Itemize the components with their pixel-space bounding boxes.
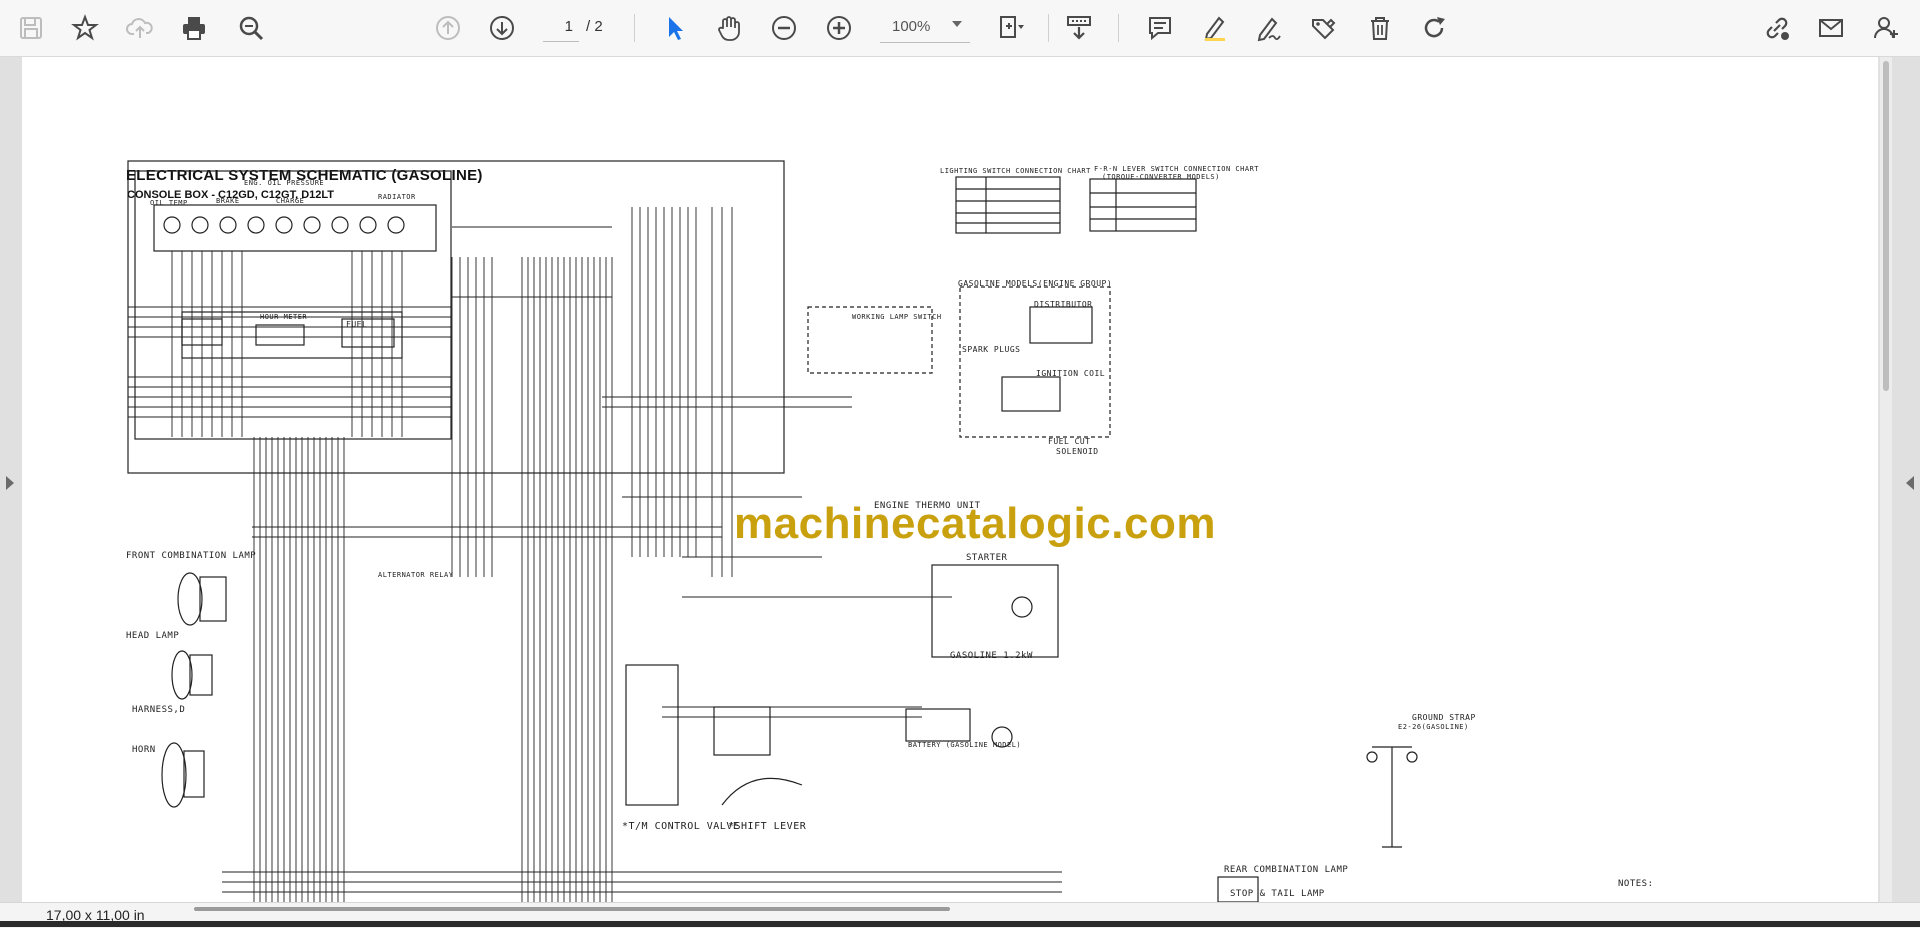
shift-lever-label: *SHIFT LEVER [728, 821, 807, 832]
horn-label: HORN [132, 745, 156, 755]
hour-meter-label: HOUR METER [260, 313, 308, 321]
taskbar-edge [0, 921, 1920, 927]
pdf-page: ELECTRICAL SYSTEM SCHEMATIC (GASOLINE) C… [22, 57, 1878, 902]
cloud-upload-icon[interactable] [120, 8, 160, 48]
tm-control-valve-label: *T/M CONTROL VALVE [622, 821, 740, 832]
page-total: / 2 [586, 18, 603, 35]
chevron-down-icon [952, 21, 962, 27]
share-link-icon[interactable] [1757, 8, 1797, 48]
page-down-icon[interactable] [482, 8, 522, 48]
zoom-select[interactable]: 100% [880, 12, 970, 43]
zoom-in-icon[interactable] [819, 8, 859, 48]
stamp-icon[interactable] [1303, 8, 1343, 48]
stop-tail-lamp-label: STOP & TAIL LAMP [1230, 889, 1325, 899]
vertical-scrollbar[interactable] [1880, 57, 1892, 902]
solenoid-label: SOLENOID [1056, 447, 1099, 456]
radiator-label: RADIATOR [378, 193, 416, 201]
spark-plugs-label: SPARK PLUGS [962, 345, 1021, 354]
previous-page-arrow-icon[interactable] [6, 476, 14, 490]
toolbar-divider [634, 14, 635, 42]
comment-icon[interactable] [1140, 8, 1180, 48]
ground-strap-label: GROUND STRAP [1412, 713, 1476, 722]
ignition-coil-label: IGNITION COIL [1036, 369, 1106, 378]
page-number-input[interactable] [543, 12, 579, 42]
distributor-label: DISTRIBUTOR [1034, 300, 1093, 309]
brake-label: BRAKE [216, 197, 240, 205]
toolbar-divider [1118, 14, 1119, 42]
charge-label: CHARGE [276, 197, 305, 205]
head-lamp-label: HEAD LAMP [126, 631, 180, 641]
scroll-mode-icon[interactable] [1059, 8, 1099, 48]
highlight-pen-icon[interactable] [1195, 8, 1235, 48]
watermark: machinecatalogic.com [734, 499, 1216, 548]
document-viewer[interactable]: ELECTRICAL SYSTEM SCHEMATIC (GASOLINE) C… [0, 57, 1920, 902]
notes-label: NOTES: [1618, 879, 1654, 889]
rear-combination-lamp-label: REAR COMBINATION LAMP [1224, 865, 1349, 875]
draw-sign-icon[interactable] [1249, 8, 1289, 48]
page-up-icon[interactable] [428, 8, 468, 48]
ground-strap-sublabel: E2-26(GASOLINE) [1398, 723, 1469, 731]
zoom-value: 100% [892, 18, 931, 35]
starter-label: STARTER [966, 553, 1008, 563]
hand-tool-icon[interactable] [709, 8, 749, 48]
front-combination-lamp-label: FRONT COMBINATION LAMP [126, 551, 257, 561]
page-fit-icon[interactable] [990, 8, 1030, 48]
fnr-chart-label: F-R-N LEVER SWITCH CONNECTION CHART [1094, 165, 1260, 173]
delete-icon[interactable] [1360, 8, 1400, 48]
harness-d-label: HARNESS,D [132, 705, 186, 715]
battery-label: BATTERY (GASOLINE MODEL) [908, 741, 1022, 749]
working-lamp-switch-label: WORKING LAMP SWITCH [852, 313, 942, 321]
next-page-arrow-icon[interactable] [1906, 476, 1914, 490]
pdf-toolbar: / 2 100% [0, 0, 1920, 57]
gasoline-kw-label: GASOLINE 1.2kW [950, 651, 1033, 661]
zoom-out-icon[interactable] [764, 8, 804, 48]
zoom-search-icon[interactable] [231, 8, 271, 48]
horizontal-scrollbar[interactable] [194, 907, 950, 911]
eng-oil-pressure-label: ENG. OIL PRESSURE [244, 179, 325, 187]
lighting-chart-label: LIGHTING SWITCH CONNECTION CHART [940, 167, 1091, 175]
gasoline-models-label: GASOLINE MODELS(ENGINE GROUP) [958, 279, 1113, 288]
add-user-icon[interactable] [1866, 8, 1906, 48]
fuel-label: FUEL [346, 320, 368, 329]
save-icon[interactable] [11, 8, 51, 48]
scrollbar-thumb[interactable] [1883, 61, 1889, 391]
alternator-relay-label: ALTERNATOR RELAY [378, 571, 454, 579]
email-icon[interactable] [1811, 8, 1851, 48]
oil-temp-label: OIL TEMP [150, 199, 188, 207]
star-icon[interactable] [65, 8, 105, 48]
select-cursor-icon[interactable] [654, 8, 694, 48]
redo-icon[interactable] [1414, 8, 1454, 48]
print-icon[interactable] [174, 8, 214, 48]
fnr-chart-sublabel: (TORQUE-CONVERTER MODELS) [1102, 173, 1220, 181]
fuel-cut-label: FUEL CUT [1048, 437, 1091, 446]
toolbar-divider [1048, 14, 1049, 42]
